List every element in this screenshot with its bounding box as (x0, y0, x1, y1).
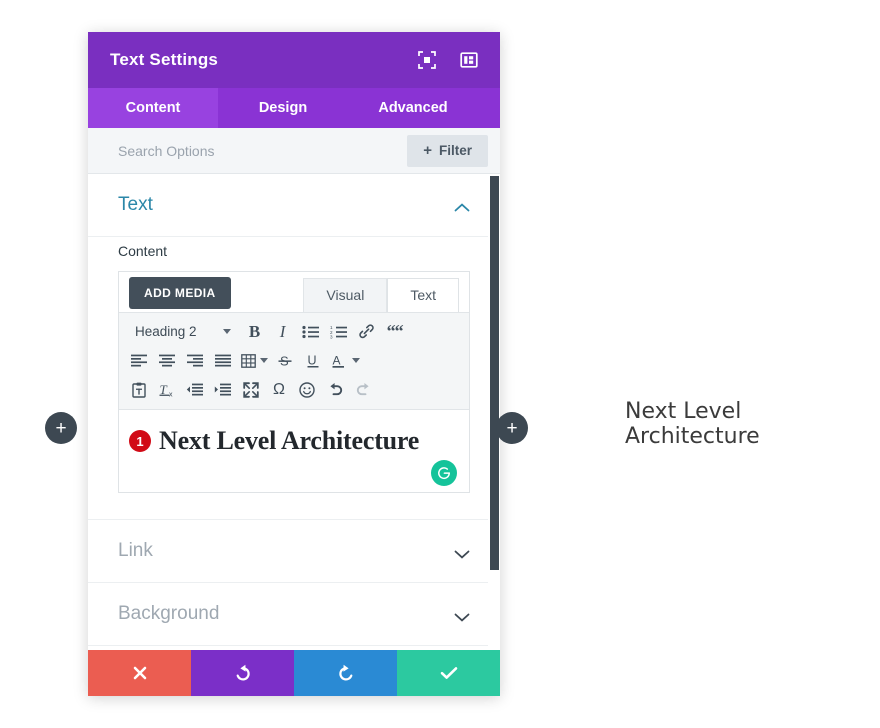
special-character-icon[interactable]: Ω (265, 377, 293, 403)
panel-scrollbar-track[interactable] (488, 174, 500, 650)
chevron-up-icon (454, 200, 470, 212)
content-field-label: Content (118, 243, 168, 259)
editor-tab-visual[interactable]: Visual (303, 278, 388, 312)
bold-icon[interactable]: B (241, 319, 269, 345)
format-select-value: Heading 2 (135, 324, 197, 339)
tab-design[interactable]: Design (218, 88, 348, 128)
indent-icon[interactable] (209, 377, 237, 403)
section-toggle-text[interactable]: Text (88, 174, 500, 237)
section-label-link: Link (118, 540, 153, 561)
toolbar-row-1: Heading 2 B I 1 2 3 ““ (125, 317, 463, 346)
text-color-icon[interactable]: A (327, 348, 363, 374)
section-label-text: Text (118, 194, 153, 215)
panel-body: Text Content ADD MEDIA Visual Text Headi… (88, 174, 500, 650)
numbered-list-icon[interactable]: 1 2 3 (325, 319, 353, 345)
fullscreen-icon[interactable] (237, 377, 265, 403)
clear-formatting-icon[interactable]: T x (153, 377, 181, 403)
add-module-button-left[interactable]: + (45, 412, 77, 444)
toolbar-row-3: T x Ω (125, 375, 463, 404)
undo-icon (236, 664, 250, 681)
save-button[interactable] (397, 650, 500, 696)
step-badge: 1 (129, 430, 151, 452)
align-center-icon[interactable] (153, 348, 181, 374)
editor-toolbar: Heading 2 B I 1 2 3 ““ S U A T x Ω (119, 312, 469, 410)
section-toggle-link[interactable]: Link (88, 520, 500, 583)
align-left-icon[interactable] (125, 348, 153, 374)
filter-button-label: Filter (438, 143, 472, 158)
redo-icon[interactable] (349, 377, 377, 403)
svg-text:3: 3 (330, 334, 333, 339)
editor-heading-line: 1 Next Level Architecture (129, 426, 453, 456)
italic-icon[interactable]: I (269, 319, 297, 345)
emoji-icon[interactable] (293, 377, 321, 403)
align-justify-icon[interactable] (209, 348, 237, 374)
editor-topbar: ADD MEDIA Visual Text (119, 272, 469, 312)
chevron-down-icon (454, 546, 470, 559)
format-select[interactable]: Heading 2 (125, 319, 239, 345)
chevron-down-icon (259, 358, 268, 363)
section-toggle-background[interactable]: Background (88, 583, 500, 646)
search-row: + Filter (88, 128, 500, 174)
text-settings-panel: Text Settings Content Design Advanced Se… (88, 32, 500, 696)
add-module-button-right[interactable]: + (496, 412, 528, 444)
redo-button[interactable] (294, 650, 397, 696)
close-icon (133, 666, 146, 680)
preview-heading-text: Next Level Architecture (625, 399, 760, 449)
undo-icon[interactable] (321, 377, 349, 403)
wp-editor: ADD MEDIA Visual Text Heading 2 B I 1 2 … (118, 271, 470, 493)
link-icon[interactable] (353, 319, 381, 345)
grammarly-icon[interactable] (431, 460, 457, 486)
editor-content-area[interactable]: 1 Next Level Architecture (119, 410, 469, 492)
add-media-button[interactable]: ADD MEDIA (129, 277, 231, 309)
chevron-down-icon (222, 329, 231, 334)
editor-heading-text[interactable]: Next Level Architecture (159, 426, 419, 456)
redo-icon (338, 664, 352, 681)
panel-scrollbar-thumb[interactable] (490, 176, 499, 570)
chevron-down-icon (351, 358, 360, 363)
align-right-icon[interactable] (181, 348, 209, 374)
search-input[interactable] (118, 142, 408, 159)
page-title: Text Settings (110, 50, 219, 69)
tab-advanced[interactable]: Advanced (348, 88, 478, 128)
panel-layout-icon[interactable] (460, 51, 478, 69)
editor-tab-group: Visual Text (303, 278, 459, 312)
undo-button[interactable] (191, 650, 294, 696)
outdent-icon[interactable] (181, 377, 209, 403)
section-content-text: Content ADD MEDIA Visual Text Heading 2 (88, 237, 500, 520)
table-icon[interactable] (237, 348, 271, 374)
svg-text:x: x (169, 391, 173, 398)
section-label-background: Background (118, 603, 220, 624)
editor-tab-text[interactable]: Text (387, 278, 459, 312)
panel-header: Text Settings (88, 32, 500, 88)
plus-icon: + (423, 142, 432, 159)
plus-icon: + (506, 417, 518, 439)
panel-tab-bar: Content Design Advanced (88, 88, 500, 128)
svg-text:A: A (332, 353, 340, 367)
chevron-down-icon (454, 609, 470, 622)
check-icon (440, 667, 457, 679)
underline-icon[interactable]: U (299, 348, 327, 374)
focus-frame-icon[interactable] (418, 51, 436, 69)
cancel-button[interactable] (88, 650, 191, 696)
blockquote-icon[interactable]: ““ (381, 319, 409, 345)
paste-as-text-icon[interactable] (125, 377, 153, 403)
tab-content[interactable]: Content (88, 88, 218, 128)
filter-button[interactable]: + Filter (407, 134, 488, 167)
toolbar-row-2: S U A (125, 346, 463, 375)
bulleted-list-icon[interactable] (297, 319, 325, 345)
strikethrough-icon[interactable]: S (271, 348, 299, 374)
plus-icon: + (55, 417, 67, 439)
panel-action-bar (88, 650, 500, 696)
svg-text:U: U (308, 353, 317, 367)
header-icon-group (418, 51, 478, 69)
